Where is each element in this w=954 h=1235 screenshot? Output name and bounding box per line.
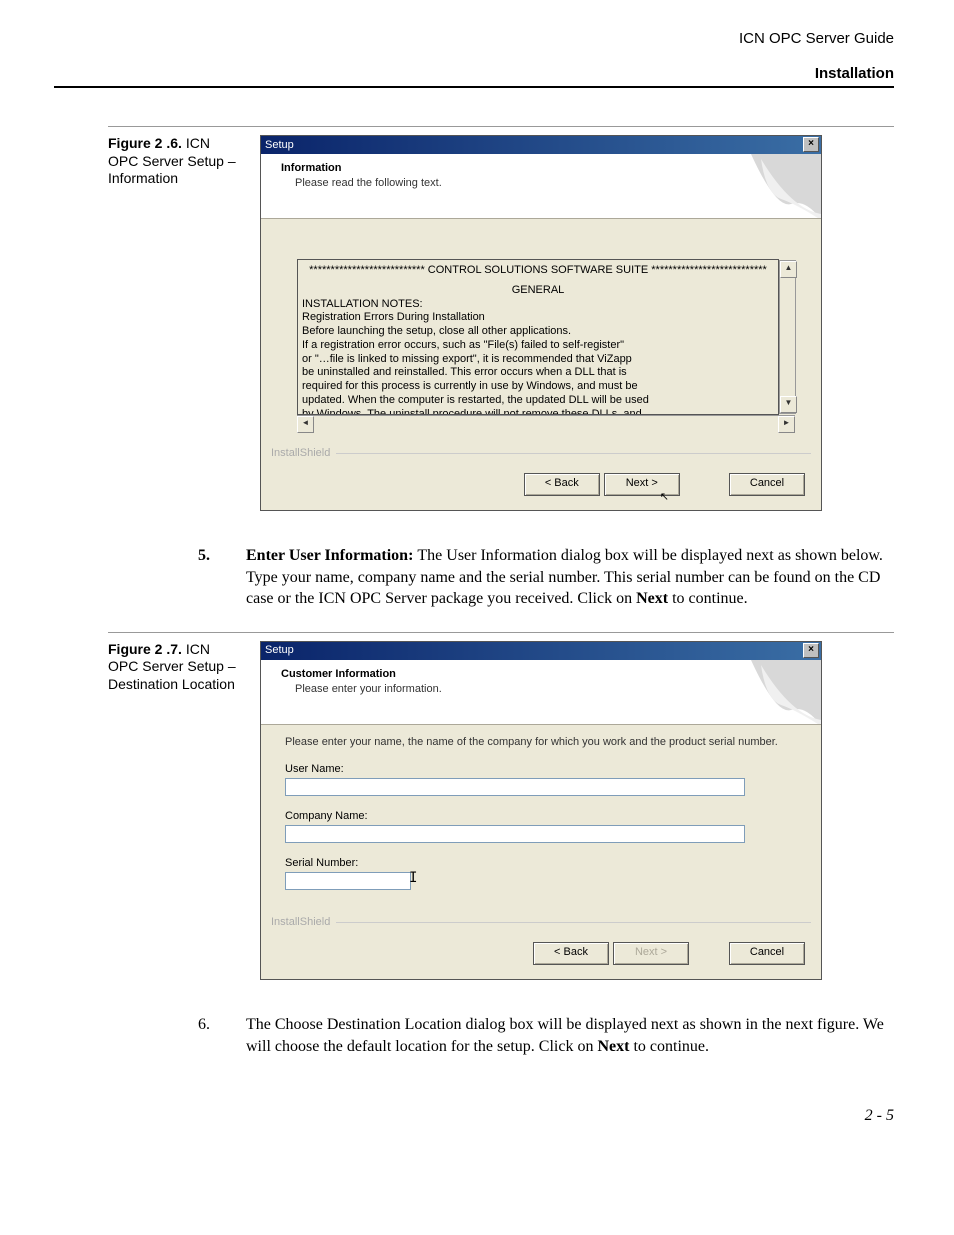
step-6-num: 6. bbox=[198, 1014, 246, 1057]
setup-header-title: Information bbox=[281, 162, 801, 174]
info-notes: INSTALLATION NOTES: bbox=[302, 298, 774, 312]
company-name-label: Company Name: bbox=[285, 810, 797, 822]
instructions-text: Please enter your name, the name of the … bbox=[285, 735, 797, 749]
figure-2-6-row: Figure 2 .6. ICN OPC Server Setup –Infor… bbox=[108, 126, 894, 523]
info-l7: by Windows. The uninstall procedure will… bbox=[302, 408, 774, 415]
info-l5: required for this process is currently i… bbox=[302, 380, 774, 394]
info-l1: Before launching the setup, close all ot… bbox=[302, 325, 774, 339]
scrollbar-vertical[interactable]: ▲ ▼ bbox=[779, 260, 796, 414]
info-textarea[interactable]: *************************** CONTROL SOLU… bbox=[297, 259, 779, 415]
header-rule bbox=[54, 86, 894, 88]
window-title: Setup bbox=[265, 139, 294, 151]
header-guide: ICN OPC Server Guide bbox=[54, 30, 894, 47]
installshield-brand: InstallShield bbox=[261, 447, 821, 459]
text-cursor-icon: I bbox=[409, 870, 417, 886]
cursor-arrow-icon: ↖ bbox=[660, 490, 669, 503]
close-icon[interactable]: × bbox=[803, 643, 819, 658]
step-5-text: Enter User Information: The User Informa… bbox=[246, 545, 894, 610]
back-button[interactable]: < Back bbox=[533, 942, 609, 965]
info-l3: or "…file is linked to missing export", … bbox=[302, 353, 774, 367]
step-6-text: The Choose Destination Location dialog b… bbox=[246, 1014, 894, 1057]
cancel-button[interactable]: Cancel bbox=[729, 942, 805, 965]
button-row: < BackNext > Cancel bbox=[261, 932, 821, 979]
user-name-field[interactable] bbox=[285, 778, 745, 796]
serial-number-label: Serial Number: bbox=[285, 857, 797, 869]
titlebar: Setup × bbox=[261, 136, 821, 154]
figure-2-7-row: Figure 2 .7. ICN OPC Server Setup –Desti… bbox=[108, 632, 894, 992]
page-curl-icon bbox=[751, 154, 821, 219]
setup-customer-window: Setup × Customer Information Please ente… bbox=[260, 641, 822, 980]
titlebar: Setup × bbox=[261, 642, 821, 660]
scroll-down-icon[interactable]: ▼ bbox=[780, 396, 797, 413]
setup-header-sub: Please enter your information. bbox=[295, 683, 801, 695]
installshield-brand: InstallShield bbox=[261, 916, 821, 928]
page-number: 2 - 5 bbox=[54, 1107, 894, 1125]
step-6: 6. The Choose Destination Location dialo… bbox=[198, 1014, 894, 1057]
company-name-field[interactable] bbox=[285, 825, 745, 843]
figure-2-7-caption: Figure 2 .7. ICN OPC Server Setup –Desti… bbox=[108, 641, 242, 992]
info-content: *************************** CONTROL SOLU… bbox=[298, 260, 778, 414]
step-5: 5. Enter User Information: The User Info… bbox=[198, 545, 894, 610]
info-banner: *************************** CONTROL SOLU… bbox=[302, 264, 774, 278]
scroll-left-icon[interactable]: ◄ bbox=[297, 416, 314, 433]
back-button[interactable]: < Back bbox=[524, 473, 600, 496]
setup-header-sub: Please read the following text. bbox=[295, 177, 801, 189]
setup-header: Information Please read the following te… bbox=[261, 154, 821, 219]
window-title: Setup bbox=[265, 644, 294, 656]
cancel-button[interactable]: Cancel bbox=[729, 473, 805, 496]
step-5-num: 5. bbox=[198, 545, 246, 610]
scrollbar-horizontal[interactable]: ◄ ► bbox=[297, 415, 795, 433]
page-curl-icon bbox=[751, 660, 821, 725]
info-l4: be uninstalled and reinstalled. This err… bbox=[302, 366, 774, 380]
header-section: Installation bbox=[54, 65, 894, 82]
figure-2-6-caption: Figure 2 .6. ICN OPC Server Setup –Infor… bbox=[108, 135, 242, 523]
scroll-right-icon[interactable]: ► bbox=[778, 416, 795, 433]
setup-body: Please enter your name, the name of the … bbox=[261, 725, 821, 912]
info-l2: If a registration error occurs, such as … bbox=[302, 339, 774, 353]
figure-num: Figure 2 .7. bbox=[108, 641, 182, 657]
figure-num: Figure 2 .6. bbox=[108, 135, 182, 151]
info-reg: Registration Errors During Installation bbox=[302, 311, 774, 325]
user-name-label: User Name: bbox=[285, 763, 797, 775]
info-l6: updated. When the computer is restarted,… bbox=[302, 394, 774, 408]
setup-information-window: Setup × Information Please read the foll… bbox=[260, 135, 822, 511]
next-button[interactable]: Next > bbox=[613, 942, 689, 965]
button-row: < BackNext >↖Cancel bbox=[261, 463, 821, 510]
scroll-up-icon[interactable]: ▲ bbox=[780, 261, 797, 278]
serial-number-field[interactable] bbox=[285, 872, 411, 890]
info-general: GENERAL bbox=[302, 284, 774, 298]
close-icon[interactable]: × bbox=[803, 137, 819, 152]
setup-body: *************************** CONTROL SOLU… bbox=[261, 219, 821, 443]
setup-header-title: Customer Information bbox=[281, 668, 801, 680]
setup-header: Customer Information Please enter your i… bbox=[261, 660, 821, 725]
